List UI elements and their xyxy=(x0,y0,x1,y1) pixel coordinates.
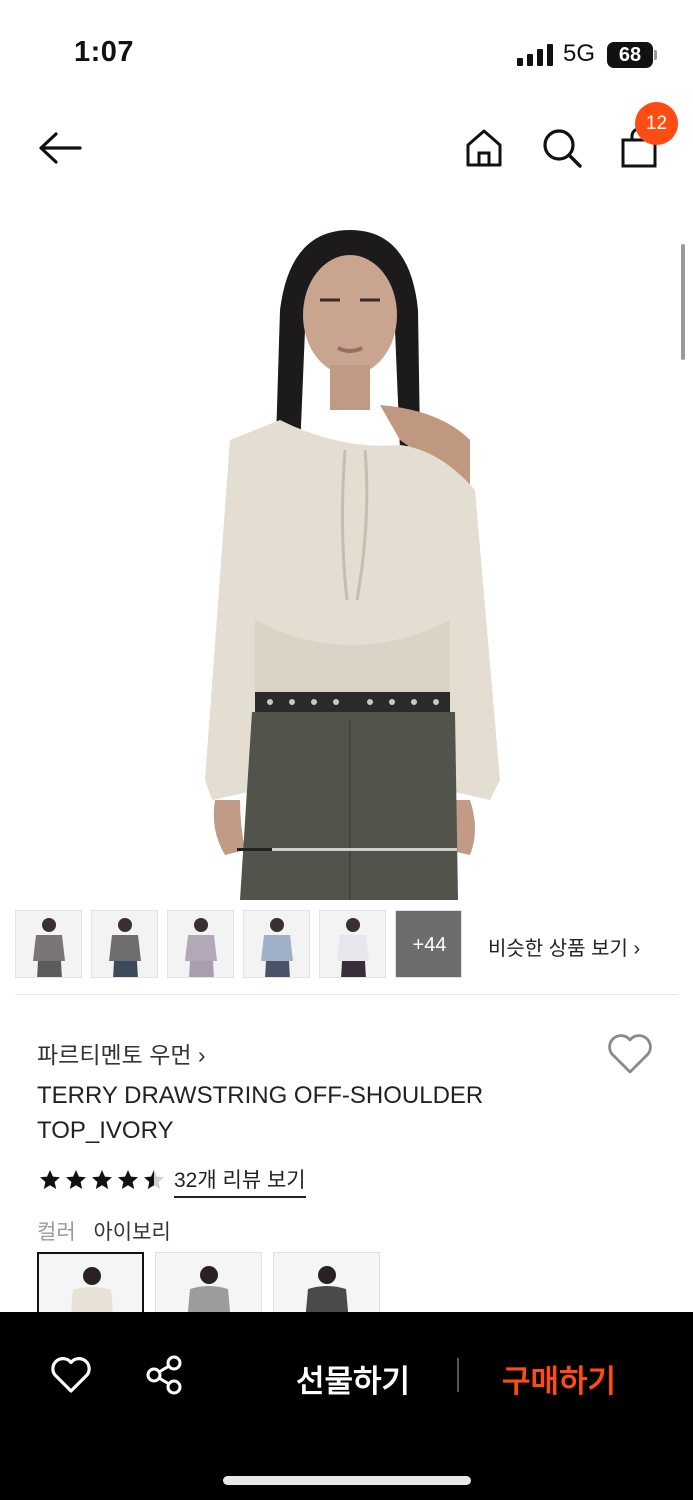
review-link[interactable]: 32개 리뷰 보기 xyxy=(174,1164,306,1198)
divider xyxy=(457,1358,459,1392)
star-icon xyxy=(144,1170,164,1189)
star-icon xyxy=(66,1170,86,1189)
gallery-thumbnail[interactable] xyxy=(167,910,234,978)
gift-button[interactable]: 선물하기 xyxy=(296,1356,410,1401)
back-arrow-icon[interactable] xyxy=(36,128,84,168)
gallery-progress-bar xyxy=(237,848,457,851)
heart-icon[interactable] xyxy=(606,1032,654,1076)
color-row: 컬러 아이보리 xyxy=(37,1216,171,1246)
color-swatch-ivory[interactable] xyxy=(37,1252,144,1312)
heart-icon[interactable] xyxy=(50,1356,92,1394)
buy-button[interactable]: 구매하기 xyxy=(502,1356,616,1401)
share-icon[interactable] xyxy=(144,1354,186,1396)
star-icon xyxy=(92,1170,112,1189)
signal-strength-icon xyxy=(517,44,553,66)
star-icon xyxy=(118,1170,138,1189)
status-bar: 1:07 5G 68 xyxy=(0,0,693,100)
brand-link[interactable]: 파르티멘토 우먼 › xyxy=(37,1036,206,1070)
color-swatch-gray[interactable] xyxy=(155,1252,262,1312)
home-icon[interactable] xyxy=(462,126,506,170)
network-type: 5G xyxy=(563,40,596,67)
more-photos-count: +44 xyxy=(412,934,447,956)
gallery-progress-fill xyxy=(237,848,273,851)
star-icon xyxy=(40,1170,60,1189)
gallery-thumbnail[interactable] xyxy=(15,910,82,978)
gallery-thumbnail[interactable] xyxy=(243,910,310,978)
color-swatches xyxy=(37,1252,397,1312)
similar-products-link[interactable]: 비슷한 상품 보기 › xyxy=(488,932,640,961)
color-label: 컬러 xyxy=(37,1221,76,1244)
more-photos-thumbnail[interactable]: +44 xyxy=(395,910,462,978)
page-scrollbar[interactable] xyxy=(681,244,685,360)
search-icon[interactable] xyxy=(540,126,584,170)
product-title: TERRY DRAWSTRING OFF-SHOULDER TOP_IVORY xyxy=(37,1082,484,1144)
product-hero-image[interactable] xyxy=(0,200,693,900)
color-swatch-charcoal[interactable] xyxy=(273,1252,380,1312)
app-header: 12 xyxy=(0,102,693,190)
bottom-action-bar: 선물하기 구매하기 xyxy=(0,1312,693,1500)
gallery-thumbnail[interactable] xyxy=(319,910,386,978)
color-value: 아이보리 xyxy=(93,1221,171,1244)
home-indicator[interactable] xyxy=(223,1476,471,1485)
status-time: 1:07 xyxy=(74,36,135,68)
gallery-thumbnail[interactable] xyxy=(91,910,158,978)
cart-count-badge: 12 xyxy=(635,102,678,145)
battery-tip xyxy=(654,50,657,60)
divider xyxy=(15,994,678,995)
rating-stars xyxy=(40,1170,164,1189)
battery-icon: 68 xyxy=(607,42,653,68)
